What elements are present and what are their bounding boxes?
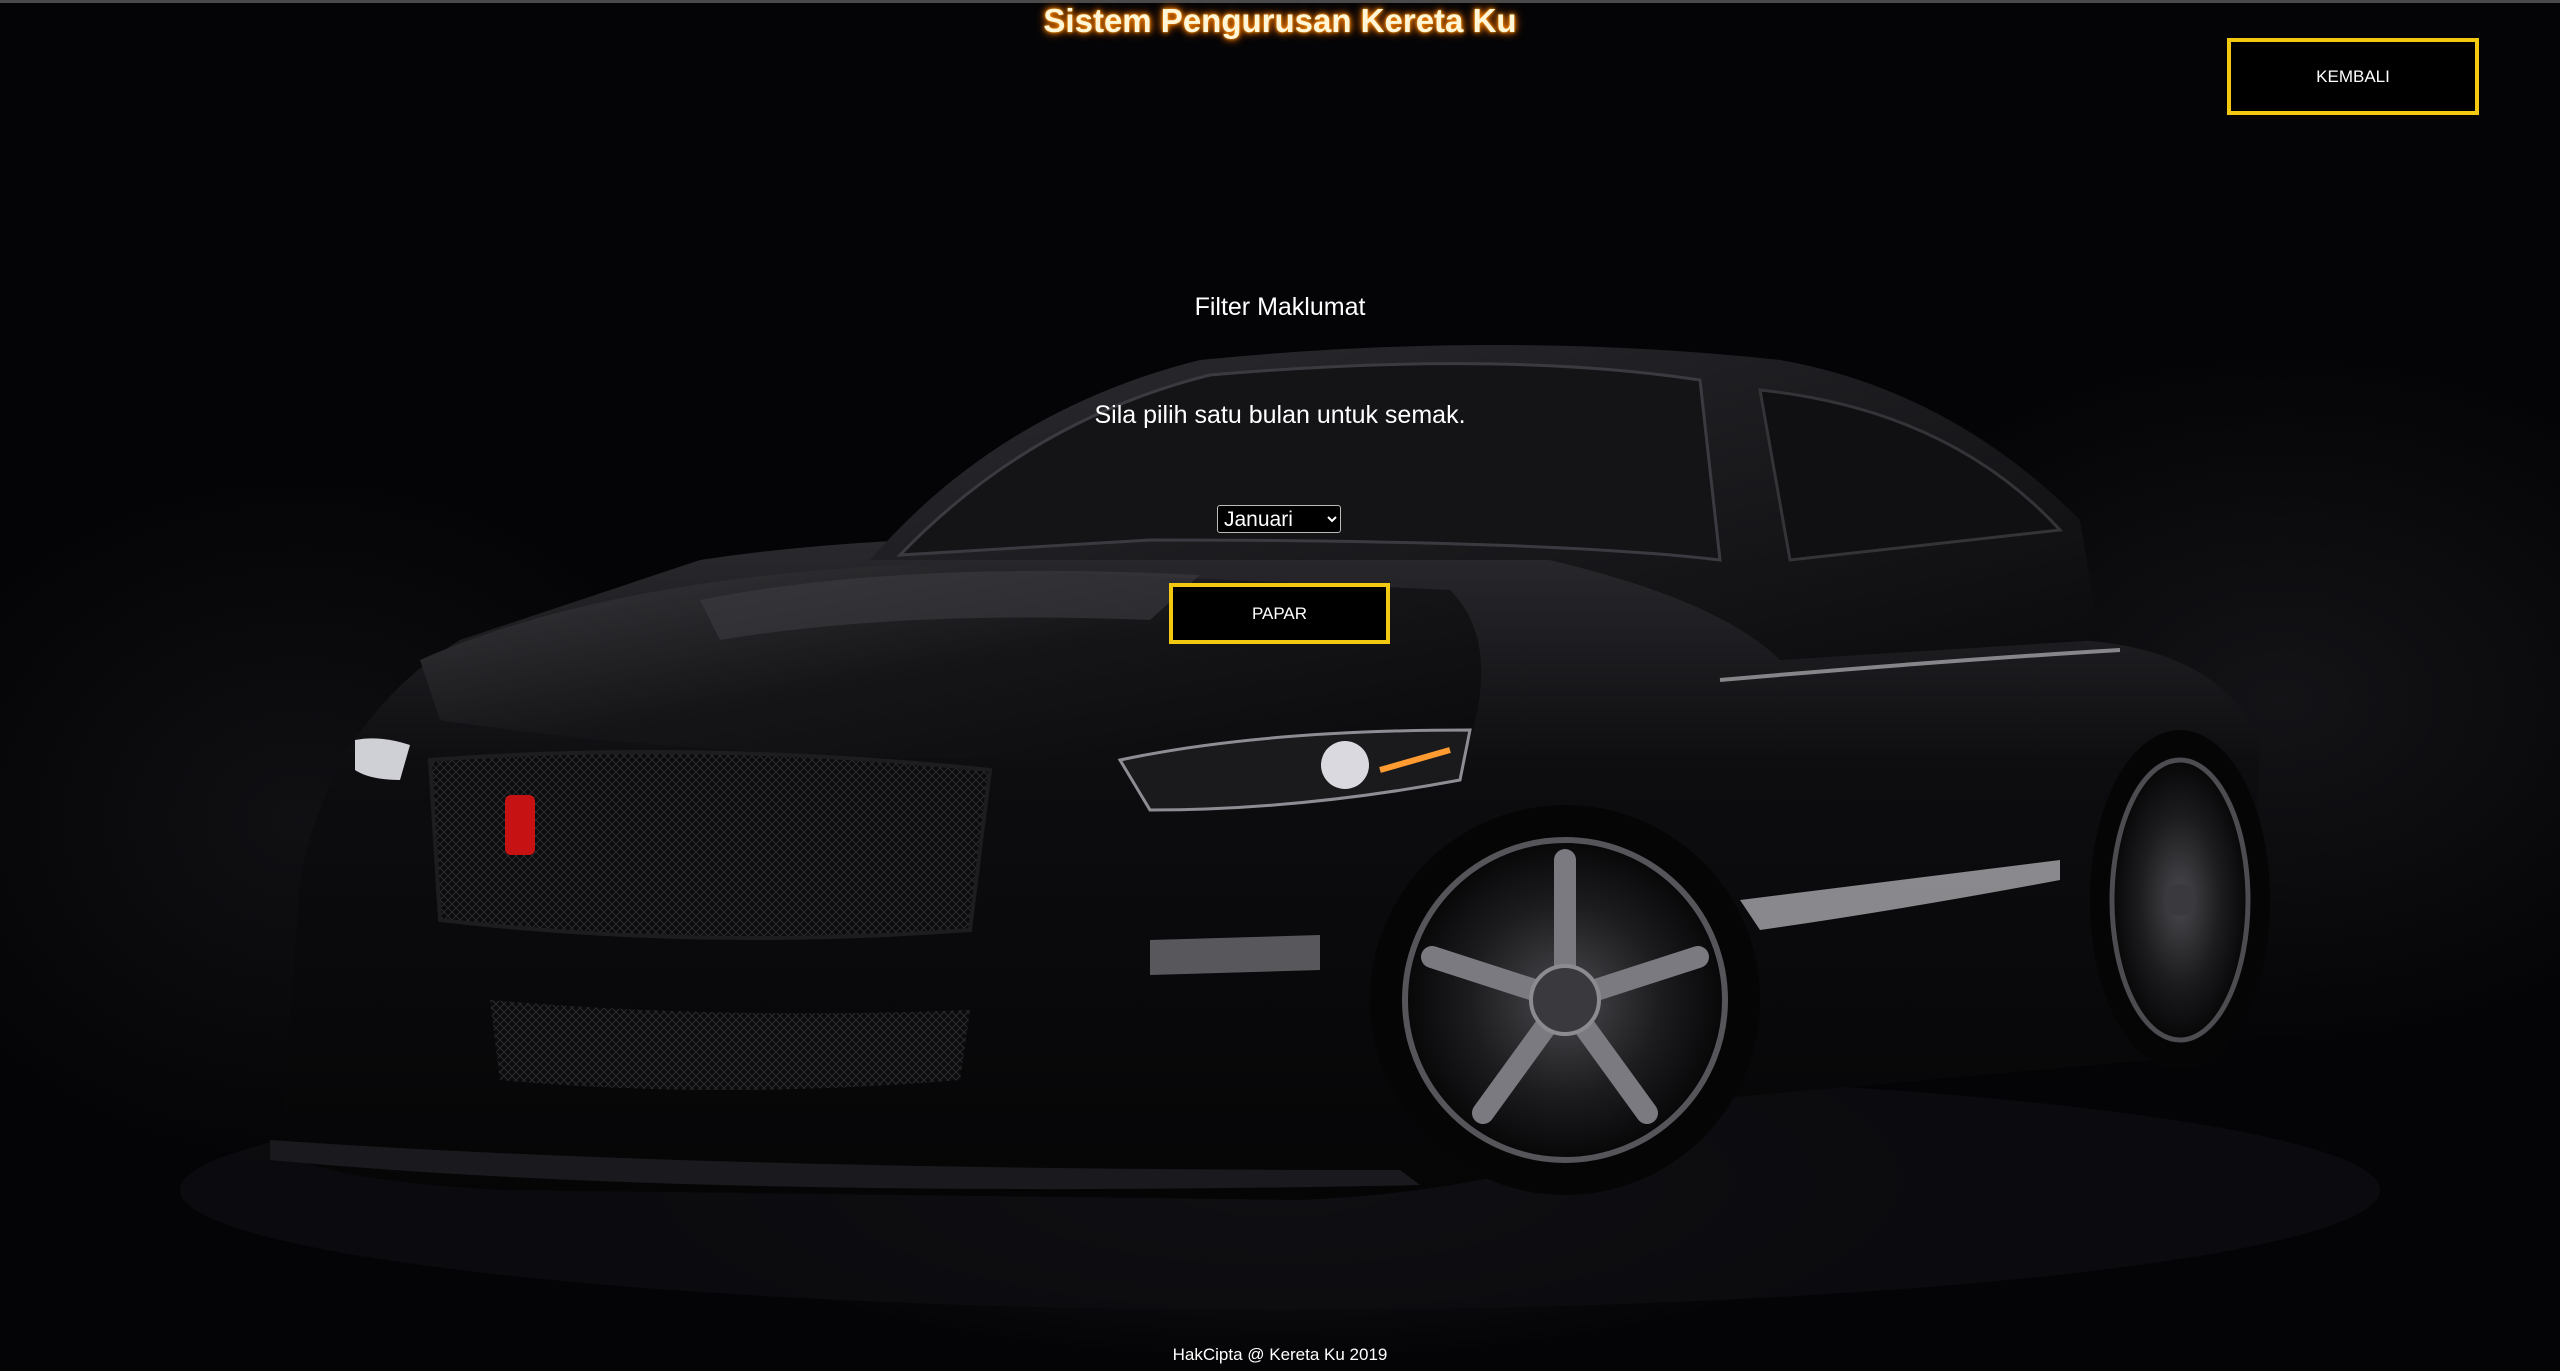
papar-button[interactable]: PAPAR xyxy=(1169,583,1390,644)
page: Sistem Pengurusan Kereta Ku KEMBALI Filt… xyxy=(0,0,2560,1371)
filter-title: Filter Maklumat xyxy=(1194,293,1366,321)
filter-instruction: Sila pilih satu bulan untuk semak. xyxy=(1094,401,1466,429)
back-button[interactable]: KEMBALI xyxy=(2227,38,2479,115)
month-select[interactable]: Januari xyxy=(1217,505,1341,533)
site-title: Sistem Pengurusan Kereta Ku xyxy=(1043,2,1517,39)
black-sports-car-icon xyxy=(180,345,2380,1310)
footer-copyright: HakCipta @ Kereta Ku 2019 xyxy=(1172,1345,1388,1364)
